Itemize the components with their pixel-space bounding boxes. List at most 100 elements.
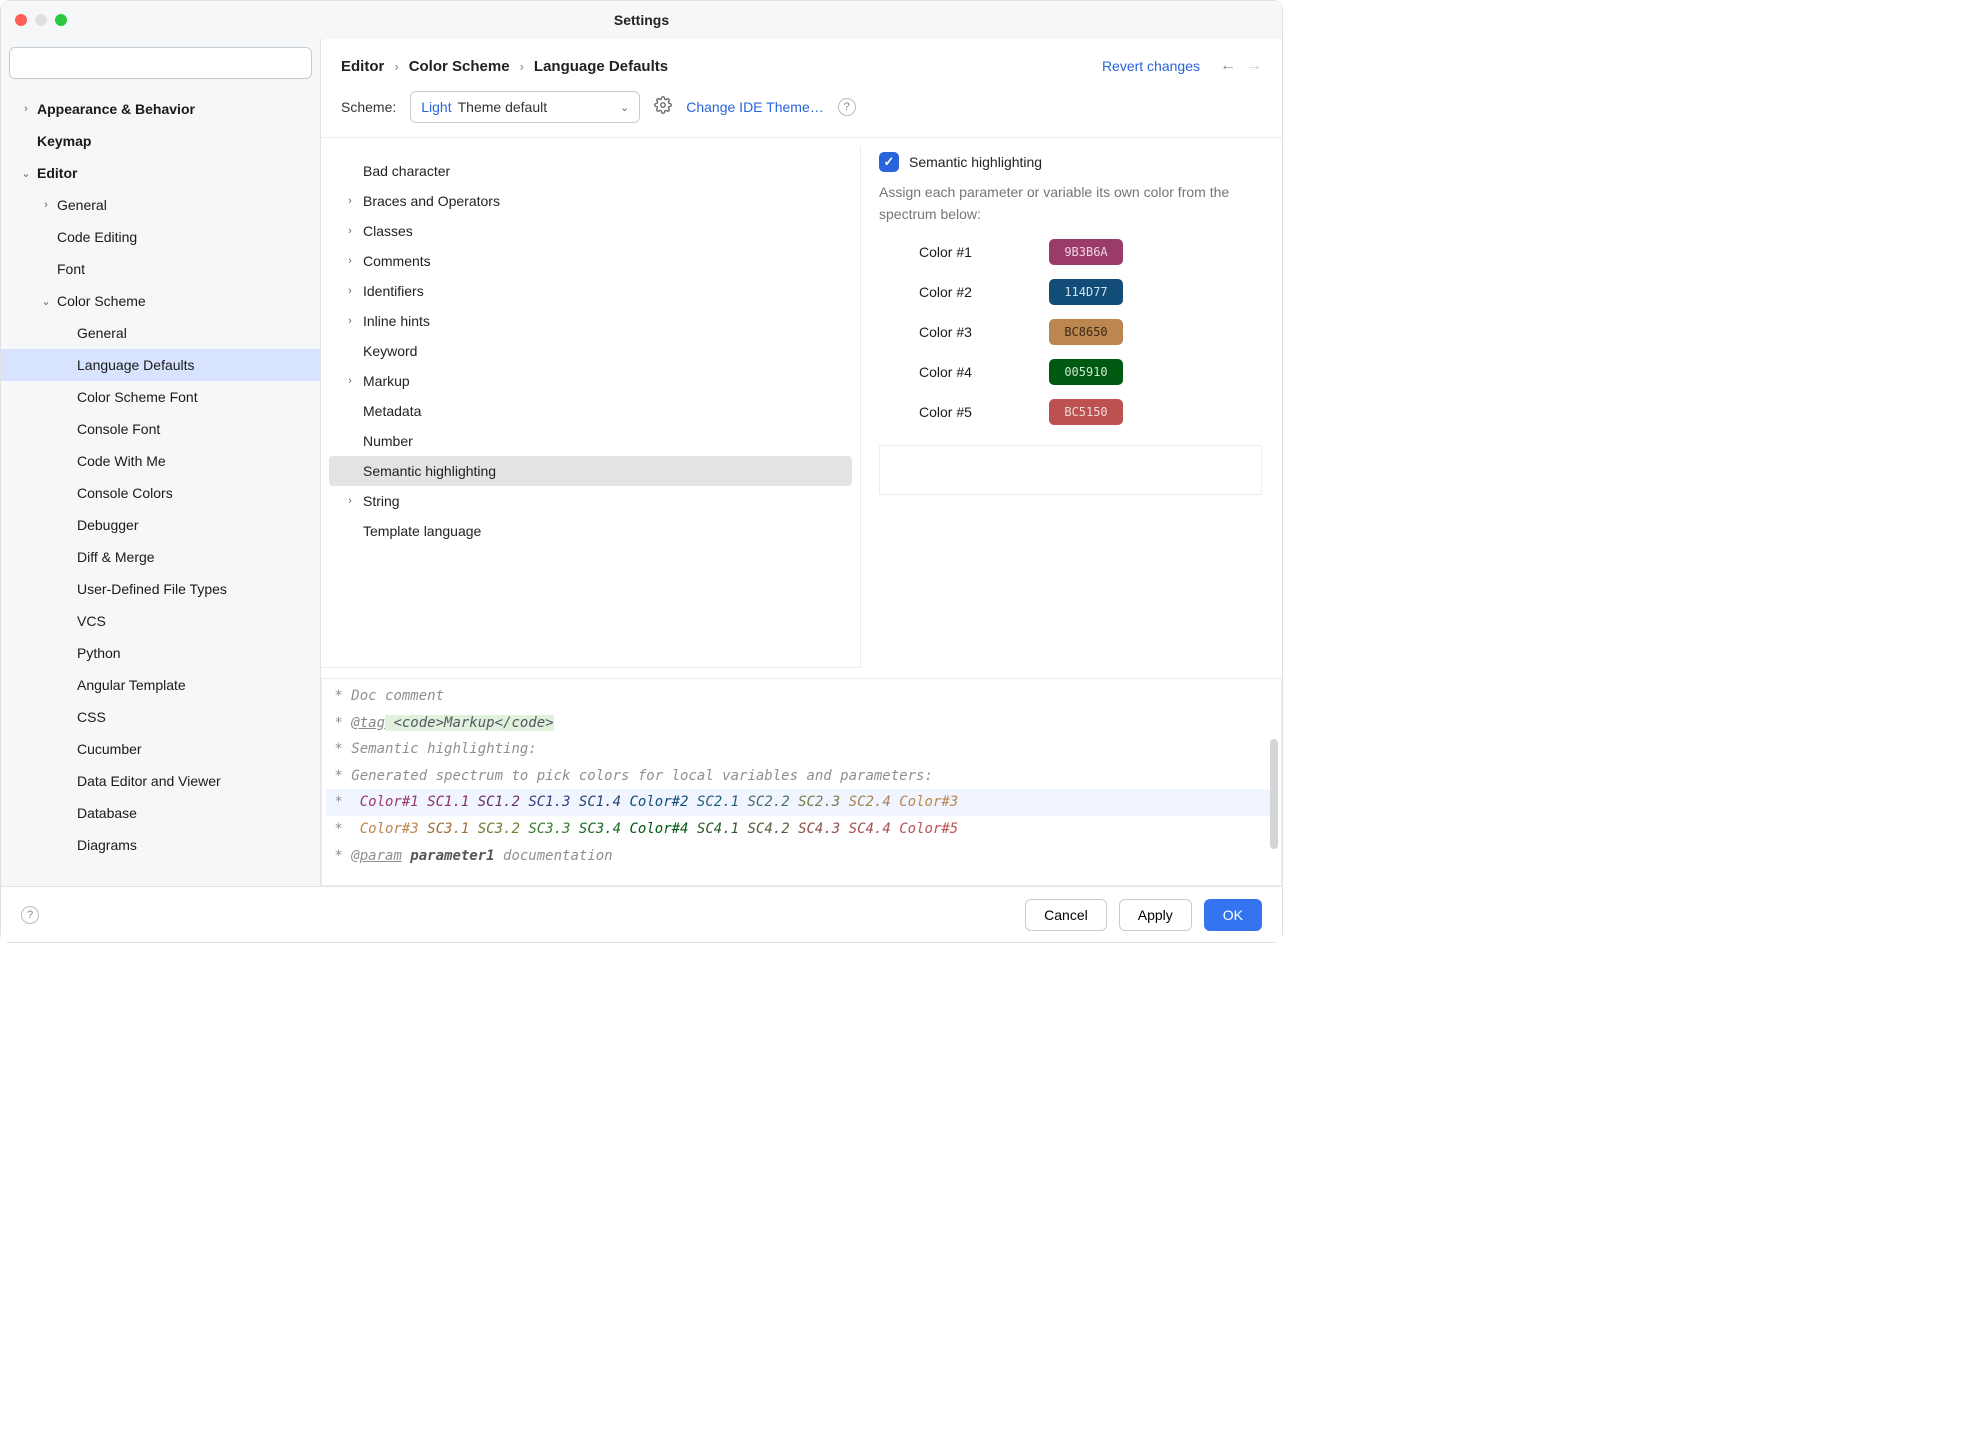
tree-item[interactable]: VCS — [1, 605, 320, 637]
scheme-label: Scheme: — [341, 99, 396, 115]
titlebar: Settings — [1, 1, 1282, 39]
mid-area: Bad character›Braces and Operators›Class… — [321, 138, 1282, 668]
semantic-checkbox[interactable]: ✓ — [879, 152, 899, 172]
tree-item[interactable]: Color Scheme Font — [1, 381, 320, 413]
apply-button[interactable]: Apply — [1119, 899, 1192, 931]
tree-item[interactable]: CSS — [1, 701, 320, 733]
cancel-button[interactable]: Cancel — [1025, 899, 1107, 931]
category-label: Markup — [363, 373, 410, 389]
category-label: Inline hints — [363, 313, 430, 329]
tree-item[interactable]: Code Editing — [1, 221, 320, 253]
help-icon[interactable]: ? — [838, 98, 856, 116]
tree-item[interactable]: Data Editor and Viewer — [1, 765, 320, 797]
preview-line: * Color#1 SC1.1 SC1.2 SC1.3 SC1.4 Color#… — [326, 789, 1273, 816]
category-item[interactable]: Number — [321, 426, 860, 456]
tree-item-label: Data Editor and Viewer — [77, 773, 221, 789]
category-list[interactable]: Bad character›Braces and Operators›Class… — [321, 146, 861, 668]
scheme-select[interactable]: Light Theme default ⌄ — [410, 91, 640, 123]
category-label: Comments — [363, 253, 431, 269]
tree-item[interactable]: Language Defaults — [1, 349, 320, 381]
search-wrap: ▾ — [1, 39, 320, 87]
tree-item[interactable]: Diagrams — [1, 829, 320, 861]
chevron-down-icon: ⌄ — [39, 295, 53, 308]
chevron-right-icon: › — [520, 59, 524, 74]
change-ide-theme-link[interactable]: Change IDE Theme… — [686, 99, 823, 115]
chevron-right-icon: › — [343, 195, 357, 207]
gear-icon[interactable] — [654, 96, 672, 119]
chevron-right-icon: › — [343, 285, 357, 297]
chevron-right-icon: › — [39, 199, 53, 211]
tree-item-label: Diff & Merge — [77, 549, 155, 565]
tree-item[interactable]: Python — [1, 637, 320, 669]
breadcrumb-row: Editor › Color Scheme › Language Default… — [321, 39, 1282, 91]
revert-changes-link[interactable]: Revert changes — [1102, 58, 1200, 74]
preview-scrollbar-thumb[interactable] — [1270, 739, 1278, 849]
search-input[interactable] — [9, 47, 312, 79]
tree-item[interactable]: Angular Template — [1, 669, 320, 701]
tree-item[interactable]: ⌄Editor — [1, 157, 320, 189]
tree-item-label: Code With Me — [77, 453, 166, 469]
color-swatch[interactable]: BC8650 — [1049, 319, 1123, 345]
code-preview[interactable]: * Doc comment * @tag <code>Markup</code>… — [321, 678, 1282, 886]
tree-item-label: Code Editing — [57, 229, 137, 245]
tree-item-label: Angular Template — [77, 677, 186, 693]
breadcrumb-color-scheme[interactable]: Color Scheme — [409, 58, 510, 75]
category-item[interactable]: Bad character — [321, 156, 860, 186]
tree-item[interactable]: Database — [1, 797, 320, 829]
preview-line: * Color#3 SC3.1 SC3.2 SC3.3 SC3.4 Color#… — [326, 821, 958, 837]
tree-item-label: Keymap — [37, 133, 91, 149]
settings-tree[interactable]: ›Appearance & BehaviorKeymap⌄Editor›Gene… — [1, 87, 320, 886]
color-swatch[interactable]: BC5150 — [1049, 399, 1123, 425]
main-panel: Editor › Color Scheme › Language Default… — [321, 39, 1282, 886]
breadcrumb-editor[interactable]: Editor — [341, 58, 384, 75]
category-item[interactable]: Template language — [321, 516, 860, 546]
forward-button[interactable]: → — [1246, 57, 1262, 75]
tree-item-label: Database — [77, 805, 137, 821]
tree-item-label: General — [77, 325, 127, 341]
nav-arrows: ← → — [1220, 57, 1262, 75]
tree-item[interactable]: ⌄ Color Scheme — [1, 285, 320, 317]
color-swatch[interactable]: 005910 — [1049, 359, 1123, 385]
color-rows: Color #19B3B6AColor #2114D77Color #3BC86… — [879, 239, 1262, 425]
semantic-checkbox-row: ✓ Semantic highlighting — [879, 152, 1262, 172]
tree-item[interactable]: Cucumber — [1, 733, 320, 765]
category-item[interactable]: Semantic highlighting — [329, 456, 852, 486]
category-item[interactable]: ›Classes — [321, 216, 860, 246]
tree-item[interactable]: Diff & Merge — [1, 541, 320, 573]
tree-item[interactable]: Keymap — [1, 125, 320, 157]
category-item[interactable]: ›Identifiers — [321, 276, 860, 306]
tree-item[interactable]: Debugger — [1, 509, 320, 541]
back-button[interactable]: ← — [1220, 57, 1236, 75]
color-row: Color #2 114D77 — [919, 279, 1262, 305]
scheme-current-rest: Theme default — [458, 99, 548, 115]
category-item[interactable]: › Comments — [321, 246, 860, 276]
ok-button[interactable]: OK — [1204, 899, 1262, 931]
category-item[interactable]: Metadata — [321, 396, 860, 426]
category-item[interactable]: ›String — [321, 486, 860, 516]
tree-item[interactable]: ›General — [1, 189, 320, 221]
tree-item[interactable]: General — [1, 317, 320, 349]
semantic-panel: ✓ Semantic highlighting Assign each para… — [879, 146, 1262, 668]
color-name: Color #2 — [919, 284, 1009, 300]
tree-item[interactable]: User-Defined File Types — [1, 573, 320, 605]
tree-item[interactable]: ›Appearance & Behavior — [1, 93, 320, 125]
tree-item-label: Color Scheme — [57, 293, 146, 309]
category-item[interactable]: Keyword — [321, 336, 860, 366]
tree-item[interactable]: Console Font — [1, 413, 320, 445]
tree-item[interactable]: Font — [1, 253, 320, 285]
category-item[interactable]: › Inline hints — [321, 306, 860, 336]
chevron-down-icon: ⌄ — [620, 101, 629, 114]
tree-item-label: Editor — [37, 165, 77, 181]
tree-item[interactable]: Console Colors — [1, 477, 320, 509]
color-row: Color #3BC8650 — [919, 319, 1262, 345]
help-button[interactable]: ? — [21, 906, 39, 924]
category-item[interactable]: ›Braces and Operators — [321, 186, 860, 216]
color-swatch[interactable]: 114D77 — [1049, 279, 1123, 305]
color-swatch[interactable]: 9B3B6A — [1049, 239, 1123, 265]
tree-item-label: Diagrams — [77, 837, 137, 853]
chevron-right-icon: › — [343, 255, 357, 267]
tree-item-label: Color Scheme Font — [77, 389, 198, 405]
chevron-right-icon: › — [343, 315, 357, 327]
tree-item[interactable]: Code With Me — [1, 445, 320, 477]
category-item[interactable]: ›Markup — [321, 366, 860, 396]
